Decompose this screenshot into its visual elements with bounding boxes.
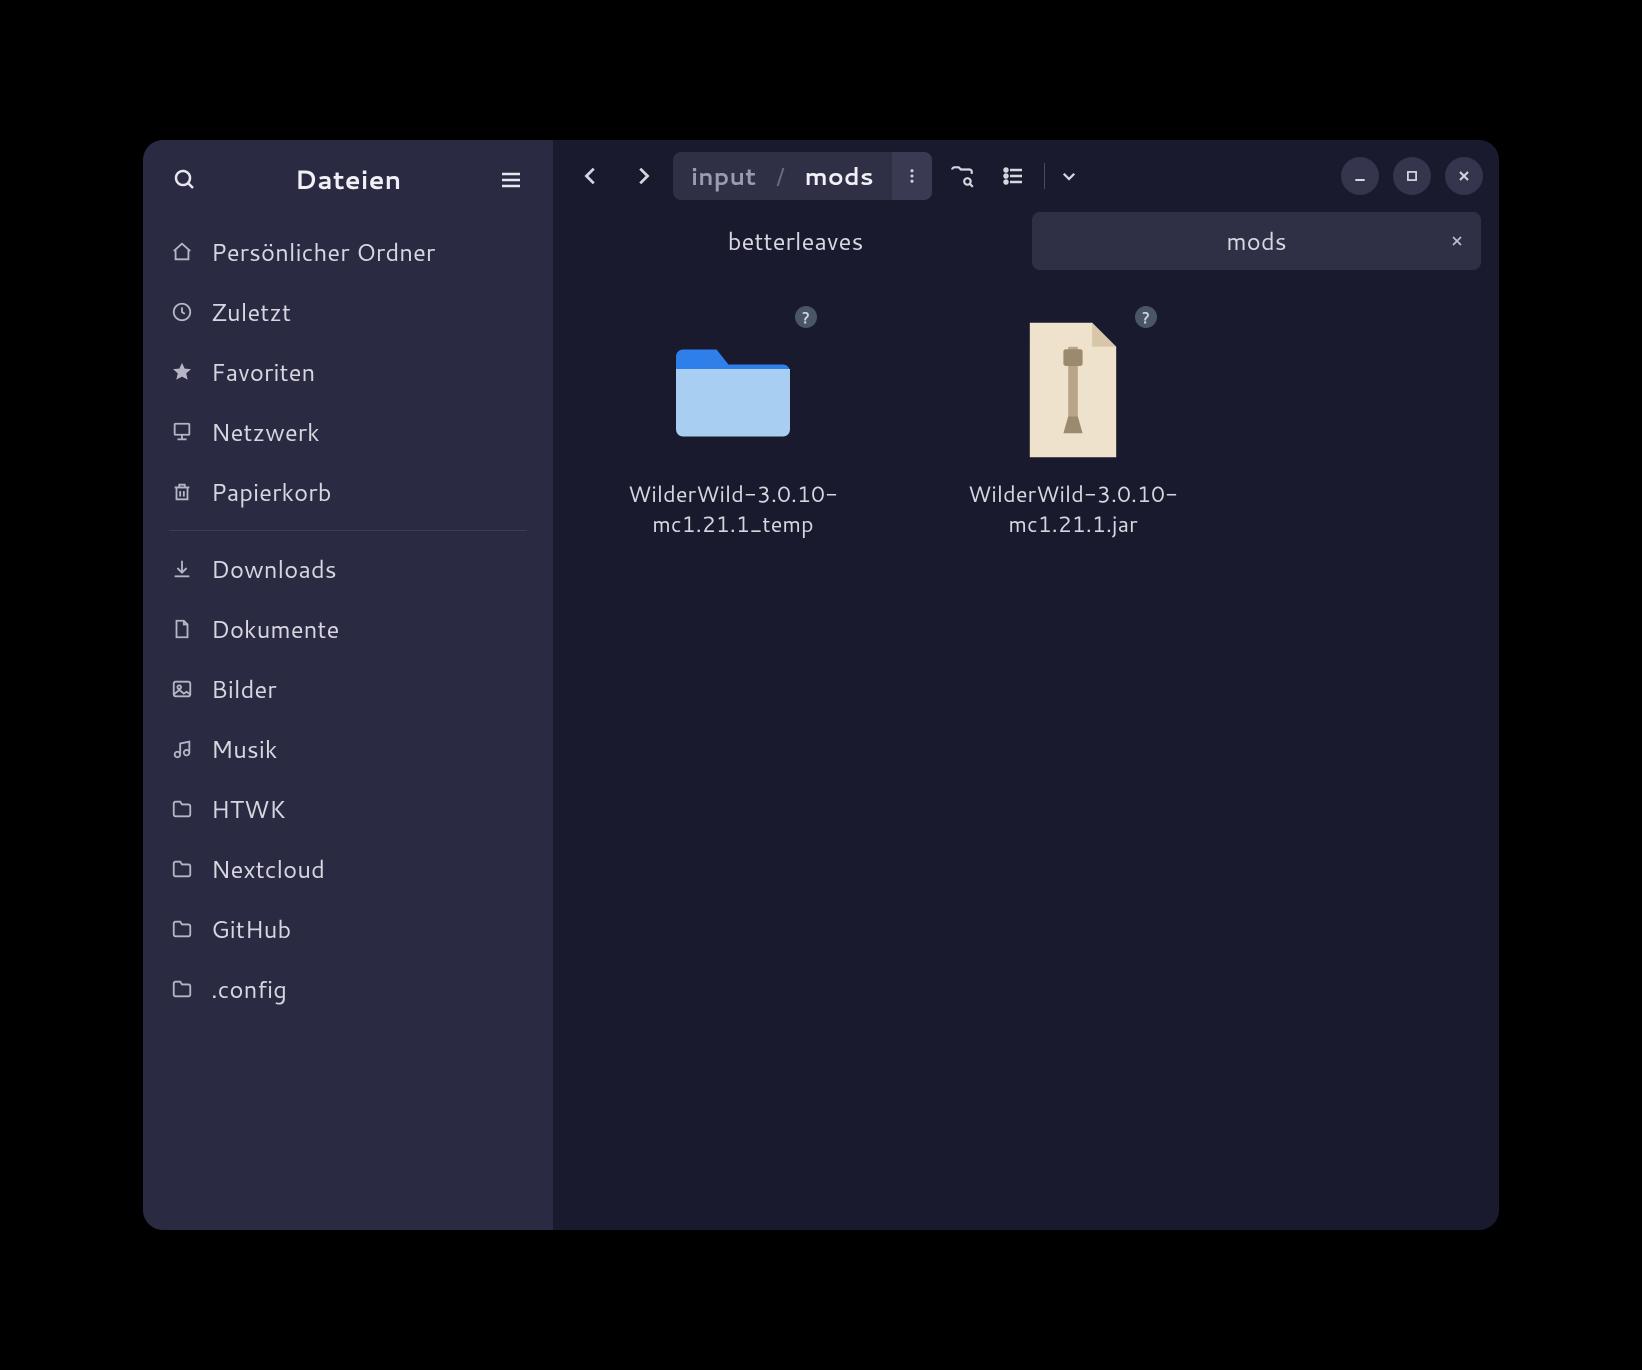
- tab-bar: betterleaves mods: [553, 206, 1499, 282]
- chevron-right-icon: [632, 165, 654, 187]
- sidebar-item-musik[interactable]: Musik: [153, 719, 543, 779]
- sidebar-item-papierkorb[interactable]: Papierkorb: [153, 462, 543, 522]
- sidebar-places-list: Persönlicher Ordner Zuletzt Favoriten Netzw…: [143, 214, 553, 1027]
- search-button[interactable]: [167, 162, 203, 198]
- sidebar-item-label: Dokumente: [211, 612, 339, 646]
- sidebar-item-label: Netzwerk: [211, 415, 320, 449]
- breadcrumb-segment-current[interactable]: mods: [787, 152, 892, 200]
- view-list-button[interactable]: [992, 154, 1036, 198]
- kebab-icon: [903, 167, 921, 185]
- sidebar-item-downloads[interactable]: Downloads: [153, 539, 543, 599]
- file-grid[interactable]: ?WilderWild-3.0.10-mc1.21.1_temp?WilderW…: [553, 282, 1499, 1230]
- sidebar-divider: [169, 530, 527, 531]
- main-pane: input / mods: [553, 140, 1499, 1230]
- sidebar-item-nextcloud[interactable]: Nextcloud: [153, 839, 543, 899]
- trash-icon: [169, 479, 195, 505]
- file-name-label: WilderWild-3.0.10-mc1.21.1_temp: [593, 480, 873, 539]
- list-icon: [1002, 164, 1026, 188]
- sidebar-item-netzwerk[interactable]: Netzwerk: [153, 402, 543, 462]
- sidebar-item-github[interactable]: GitHub: [153, 899, 543, 959]
- nav-forward-button[interactable]: [621, 154, 665, 198]
- tab-close-button[interactable]: [1443, 227, 1471, 255]
- clock-icon: [169, 299, 195, 325]
- folder-icon: [169, 796, 195, 822]
- sidebar-item-label: Persönlicher Ordner: [211, 235, 435, 269]
- maximize-icon: [1405, 169, 1419, 183]
- sidebar-item-favoriten[interactable]: Favoriten: [153, 342, 543, 402]
- sidebar-item-label: Papierkorb: [211, 475, 331, 509]
- tab-betterleaves[interactable]: betterleaves: [571, 212, 1020, 270]
- sidebar-item-label: Favoriten: [211, 355, 315, 389]
- image-icon: [169, 676, 195, 702]
- file-item[interactable]: ?WilderWild-3.0.10-mc1.21.1.jar: [933, 310, 1213, 539]
- sidebar-item-label: Nextcloud: [211, 852, 325, 886]
- sidebar: Dateien Persönlicher Ordner Zuletzt Favori…: [143, 140, 553, 1230]
- tab-label: mods: [1046, 224, 1467, 258]
- tab-label: betterleaves: [585, 224, 1006, 258]
- folder-search-button[interactable]: [940, 154, 984, 198]
- chevron-down-icon: [1060, 167, 1078, 185]
- hamburger-menu-button[interactable]: [493, 162, 529, 198]
- nav-back-button[interactable]: [569, 154, 613, 198]
- folder-search-icon: [949, 163, 975, 189]
- folder-icon: [169, 856, 195, 882]
- window-close-button[interactable]: [1445, 157, 1483, 195]
- sidebar-item-label: HTWK: [211, 792, 286, 826]
- folder-icon: [653, 310, 813, 470]
- sidebar-item-label: Musik: [211, 732, 278, 766]
- archive-icon: [993, 310, 1153, 470]
- breadcrumb: input / mods: [673, 152, 932, 200]
- folder-icon: [169, 976, 195, 1002]
- home-icon: [169, 239, 195, 265]
- star-icon: [169, 359, 195, 385]
- sidebar-item-dokumente[interactable]: Dokumente: [153, 599, 543, 659]
- sidebar-item-pers-nlicher-ordner[interactable]: Persönlicher Ordner: [153, 222, 543, 282]
- breadcrumb-segment[interactable]: input: [673, 152, 774, 200]
- music-icon: [169, 736, 195, 762]
- emblem-badge: ?: [1135, 306, 1157, 328]
- path-menu-button[interactable]: [892, 152, 932, 200]
- toolbar: input / mods: [553, 140, 1499, 206]
- sidebar-item--config[interactable]: .config: [153, 959, 543, 1019]
- sidebar-item-label: GitHub: [211, 912, 291, 946]
- breadcrumb-separator: /: [774, 159, 787, 193]
- minimize-icon: [1352, 168, 1368, 184]
- toolbar-separator: [1044, 163, 1045, 189]
- window-minimize-button[interactable]: [1341, 157, 1379, 195]
- emblem-badge: ?: [795, 306, 817, 328]
- window-maximize-button[interactable]: [1393, 157, 1431, 195]
- file-manager-window: Dateien Persönlicher Ordner Zuletzt Favori…: [143, 140, 1499, 1230]
- document-icon: [169, 616, 195, 642]
- sidebar-header: Dateien: [143, 152, 553, 214]
- file-name-label: WilderWild-3.0.10-mc1.21.1.jar: [933, 480, 1213, 539]
- close-icon: [1449, 233, 1465, 249]
- network-icon: [169, 419, 195, 445]
- hamburger-icon: [499, 168, 523, 192]
- sidebar-item-htwk[interactable]: HTWK: [153, 779, 543, 839]
- search-icon: [173, 168, 197, 192]
- tab-mods[interactable]: mods: [1032, 212, 1481, 270]
- folder-icon: [169, 916, 195, 942]
- sidebar-item-bilder[interactable]: Bilder: [153, 659, 543, 719]
- download-icon: [169, 556, 195, 582]
- sidebar-item-label: Zuletzt: [211, 295, 291, 329]
- sidebar-title: Dateien: [203, 162, 493, 198]
- view-options-dropdown[interactable]: [1053, 154, 1085, 198]
- file-item[interactable]: ?WilderWild-3.0.10-mc1.21.1_temp: [593, 310, 873, 539]
- sidebar-item-label: Downloads: [211, 552, 337, 586]
- chevron-left-icon: [580, 165, 602, 187]
- sidebar-item-label: .config: [211, 972, 287, 1006]
- close-icon: [1456, 168, 1472, 184]
- sidebar-item-zuletzt[interactable]: Zuletzt: [153, 282, 543, 342]
- sidebar-item-label: Bilder: [211, 672, 277, 706]
